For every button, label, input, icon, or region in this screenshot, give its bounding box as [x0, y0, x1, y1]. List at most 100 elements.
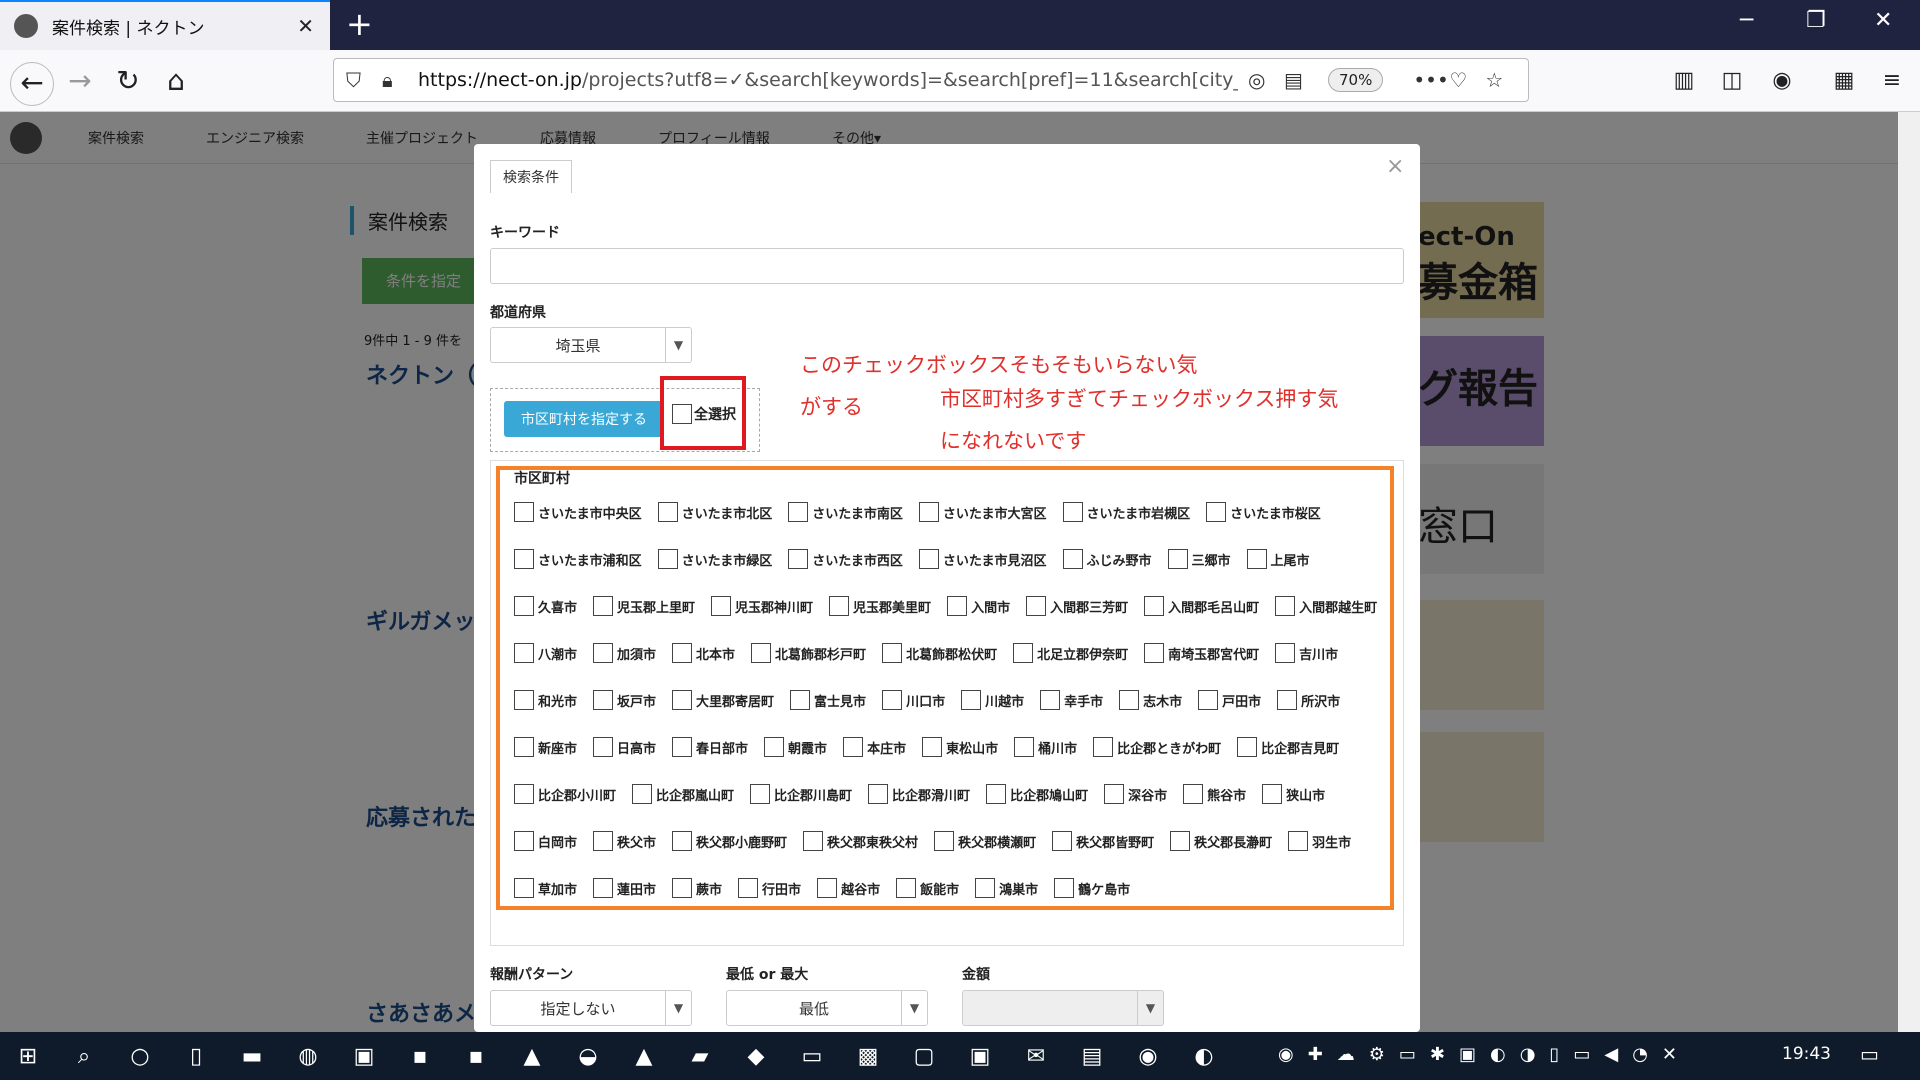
- checkbox[interactable]: [1206, 502, 1227, 522]
- checkbox[interactable]: [1144, 643, 1165, 663]
- city-checkbox[interactable]: 比企郡嵐山町: [630, 784, 734, 804]
- city-checkbox[interactable]: さいたま市西区: [786, 549, 903, 569]
- city-checkbox[interactable]: 新座市: [512, 737, 577, 757]
- checkbox[interactable]: [751, 643, 772, 663]
- checkbox[interactable]: [672, 404, 692, 424]
- back-icon[interactable]: ←: [10, 62, 54, 106]
- city-checkbox[interactable]: 秩父郡東秩父村: [801, 831, 918, 851]
- city-checkbox[interactable]: 羽生市: [1286, 831, 1351, 851]
- city-checkbox[interactable]: 北足立郡伊奈町: [1011, 643, 1128, 663]
- checkbox[interactable]: [514, 643, 534, 663]
- checkbox[interactable]: [788, 549, 809, 569]
- terminal-icon[interactable]: ▭: [784, 1044, 840, 1069]
- notification-icon[interactable]: ▭: [1860, 1042, 1879, 1066]
- checkbox[interactable]: [1062, 549, 1083, 569]
- app-icon[interactable]: ▩: [840, 1044, 896, 1069]
- city-checkbox[interactable]: 秩父郡横瀬町: [932, 831, 1036, 851]
- url-text[interactable]: https://nect-on.jp/projects?utf8=✓&searc…: [418, 69, 1238, 91]
- specify-city-button[interactable]: 市区町村を指定する: [504, 401, 664, 437]
- page-scrollbar[interactable]: [1898, 112, 1920, 1032]
- checkbox[interactable]: [1054, 878, 1075, 898]
- more-actions-icon[interactable]: •••: [1413, 68, 1449, 92]
- city-checkbox[interactable]: 比企郡川島町: [748, 784, 852, 804]
- city-checkbox[interactable]: 本庄市: [841, 737, 906, 757]
- city-checkbox[interactable]: 吉川市: [1273, 643, 1338, 663]
- city-checkbox[interactable]: 白岡市: [512, 831, 577, 851]
- app-icon[interactable]: ▤: [1064, 1044, 1120, 1069]
- city-checkbox[interactable]: 蓮田市: [591, 878, 656, 898]
- city-checkbox[interactable]: 日高市: [591, 737, 656, 757]
- library-icon[interactable]: ▥: [1664, 64, 1704, 98]
- checkbox[interactable]: [918, 549, 939, 569]
- checkbox[interactable]: [817, 878, 838, 898]
- checkbox[interactable]: [882, 643, 903, 663]
- checkbox[interactable]: [790, 690, 811, 710]
- reward-pattern-select[interactable]: 指定しない ▼: [490, 990, 692, 1026]
- city-checkbox[interactable]: 北本市: [670, 643, 735, 663]
- city-checkbox[interactable]: 幸手市: [1038, 690, 1103, 710]
- city-checkbox[interactable]: 越谷市: [815, 878, 880, 898]
- city-checkbox[interactable]: 鶴ケ島市: [1052, 878, 1130, 898]
- tab-close-icon[interactable]: ✕: [297, 14, 314, 38]
- city-checkbox[interactable]: 南埼玉郡宮代町: [1142, 643, 1259, 663]
- checkbox[interactable]: [593, 737, 614, 757]
- app-icon[interactable]: ◆: [728, 1044, 784, 1069]
- minimize-icon[interactable]: ─: [1740, 8, 1753, 33]
- city-checkbox[interactable]: 入間郡毛呂山町: [1142, 596, 1259, 616]
- city-checkbox[interactable]: 児玉郡上里町: [591, 596, 695, 616]
- city-checkbox[interactable]: 比企郡小川町: [512, 784, 616, 804]
- checkbox[interactable]: [632, 784, 653, 804]
- city-checkbox[interactable]: 深谷市: [1102, 784, 1167, 804]
- checkbox[interactable]: [1026, 596, 1047, 616]
- city-checkbox[interactable]: 北葛飾郡杉戸町: [749, 643, 866, 663]
- city-checkbox[interactable]: 比企郡滑川町: [866, 784, 970, 804]
- clock[interactable]: 19:43: [1782, 1044, 1831, 1064]
- checkbox[interactable]: [514, 784, 534, 804]
- city-checkbox[interactable]: 秩父郡小鹿野町: [670, 831, 787, 851]
- app-icon[interactable]: ▲: [504, 1044, 560, 1069]
- city-checkbox[interactable]: さいたま市桜区: [1204, 502, 1321, 522]
- amount-select[interactable]: ▼: [962, 990, 1164, 1026]
- search-icon[interactable]: ⌕: [56, 1044, 112, 1069]
- bookmark-star-icon[interactable]: ☆: [1485, 68, 1521, 92]
- chrome-icon[interactable]: ◍: [280, 1044, 336, 1069]
- checkbox[interactable]: [657, 549, 678, 569]
- checkbox[interactable]: [593, 596, 614, 616]
- city-checkbox[interactable]: 八潮市: [512, 643, 577, 663]
- city-checkbox[interactable]: さいたま市大宮区: [917, 502, 1047, 522]
- checkbox[interactable]: [1170, 831, 1191, 851]
- lock-icon[interactable]: 🔒︎: [382, 68, 418, 92]
- url-bar[interactable]: ⛉ 🔒︎ https://nect-on.jp/projects?utf8=✓&…: [333, 58, 1529, 102]
- checkbox[interactable]: [829, 596, 850, 616]
- city-checkbox[interactable]: 久喜市: [512, 596, 577, 616]
- checkbox[interactable]: [514, 690, 534, 710]
- city-checkbox[interactable]: 戸田市: [1196, 690, 1261, 710]
- zoom-level[interactable]: 70%: [1328, 68, 1384, 92]
- checkbox[interactable]: [1093, 737, 1114, 757]
- city-checkbox[interactable]: 飯能市: [894, 878, 959, 898]
- checkbox[interactable]: [1275, 643, 1296, 663]
- city-checkbox[interactable]: 桶川市: [1012, 737, 1077, 757]
- modal-tab[interactable]: 検索条件: [490, 160, 572, 193]
- checkbox[interactable]: [672, 737, 693, 757]
- checkbox[interactable]: [922, 737, 943, 757]
- window-close-icon[interactable]: ✕: [1874, 8, 1892, 33]
- city-checkbox[interactable]: 行田市: [736, 878, 801, 898]
- city-checkbox[interactable]: 富士見市: [788, 690, 866, 710]
- checkbox[interactable]: [986, 784, 1007, 804]
- app-icon[interactable]: ◐: [1176, 1044, 1232, 1069]
- city-checkbox[interactable]: 川口市: [880, 690, 945, 710]
- menu-icon[interactable]: ≡: [1872, 64, 1912, 98]
- start-icon[interactable]: ⊞: [0, 1044, 56, 1069]
- checkbox[interactable]: [1167, 549, 1188, 569]
- city-checkbox[interactable]: 朝霞市: [762, 737, 827, 757]
- city-checkbox[interactable]: 狭山市: [1260, 784, 1325, 804]
- city-checkbox[interactable]: 秩父郡皆野町: [1050, 831, 1154, 851]
- account-icon[interactable]: ◉: [1762, 64, 1802, 98]
- firefox-icon[interactable]: ◉: [1120, 1044, 1176, 1069]
- city-checkbox[interactable]: 大里郡寄居町: [670, 690, 774, 710]
- checkbox[interactable]: [514, 737, 534, 757]
- shield-icon[interactable]: ⛉: [346, 68, 382, 92]
- checkbox[interactable]: [1246, 549, 1267, 569]
- checkbox[interactable]: [514, 596, 534, 616]
